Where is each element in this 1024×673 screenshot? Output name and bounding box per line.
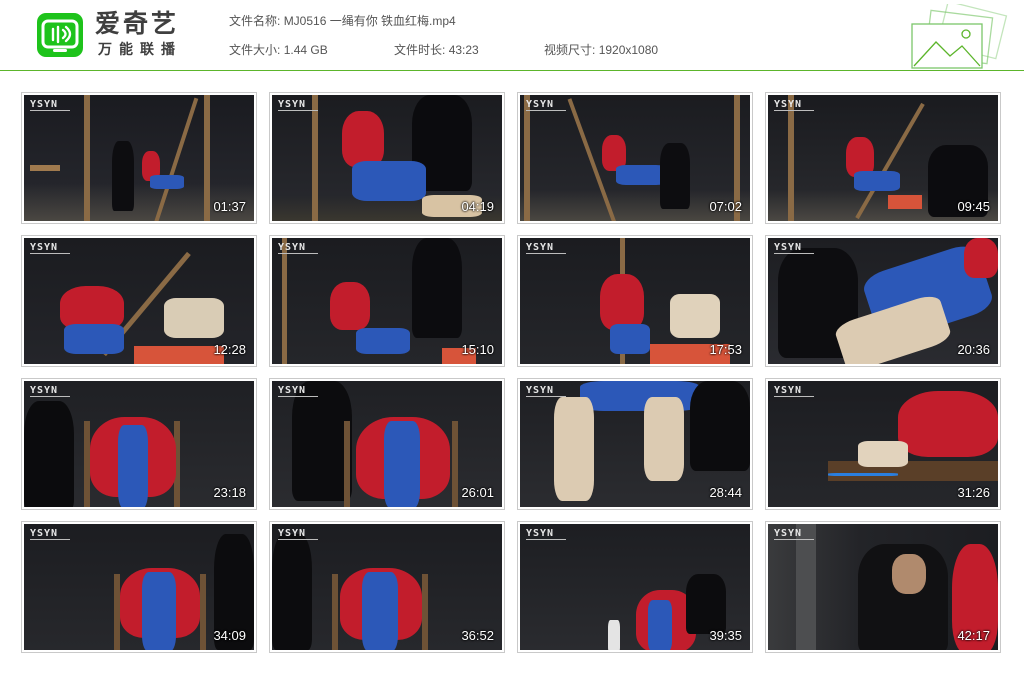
watermark-underline bbox=[526, 110, 566, 111]
thumbnail-timestamp: 17:53 bbox=[709, 342, 742, 357]
thumbnail-timestamp: 42:17 bbox=[957, 628, 990, 643]
thumbnail-image: YSYN 34:09 bbox=[24, 524, 254, 650]
watermark-underline bbox=[774, 396, 814, 397]
thumbnail-image: YSYN 15:10 bbox=[272, 238, 502, 364]
thumbnail-timestamp: 01:37 bbox=[213, 199, 246, 214]
watermark-underline bbox=[526, 396, 566, 397]
thumbnail-frame[interactable]: YSYN 20:36 bbox=[765, 235, 1001, 367]
thumbnail-frame[interactable]: YSYN 34:09 bbox=[21, 521, 257, 653]
watermark-text: YSYN bbox=[278, 528, 307, 539]
thumbnail-frame[interactable]: YSYN 31:26 bbox=[765, 378, 1001, 510]
watermark-underline bbox=[278, 396, 318, 397]
thumbnail-image: YSYN 42:17 bbox=[768, 524, 998, 650]
thumbnail-image: YSYN 17:53 bbox=[520, 238, 750, 364]
thumbnail-timestamp: 26:01 bbox=[461, 485, 494, 500]
watermark-text: YSYN bbox=[774, 99, 803, 110]
thumbnail-frame[interactable]: YSYN 04:19 bbox=[269, 92, 505, 224]
watermark-underline bbox=[278, 253, 318, 254]
watermark-underline bbox=[278, 539, 318, 540]
watermark-text: YSYN bbox=[30, 242, 59, 253]
thumbnail-timestamp: 12:28 bbox=[213, 342, 246, 357]
watermark-underline bbox=[30, 253, 70, 254]
thumbnail-timestamp: 07:02 bbox=[709, 199, 742, 214]
thumbnail-image: YSYN 09:45 bbox=[768, 95, 998, 221]
thumbnail-timestamp: 34:09 bbox=[213, 628, 246, 643]
watermark-underline bbox=[774, 539, 814, 540]
thumbnail-frame[interactable]: YSYN 01:37 bbox=[21, 92, 257, 224]
thumbnail-image: YSYN 26:01 bbox=[272, 381, 502, 507]
thumbnail-image: YSYN 36:52 bbox=[272, 524, 502, 650]
thumbnail-timestamp: 09:45 bbox=[957, 199, 990, 214]
thumbnail-frame[interactable]: YSYN 28:44 bbox=[517, 378, 753, 510]
thumbnail-frame[interactable]: YSYN 17:53 bbox=[517, 235, 753, 367]
watermark-text: YSYN bbox=[774, 528, 803, 539]
watermark-text: YSYN bbox=[278, 242, 307, 253]
thumbnail-image: YSYN 31:26 bbox=[768, 381, 998, 507]
thumbnail-timestamp: 36:52 bbox=[461, 628, 494, 643]
watermark-text: YSYN bbox=[526, 242, 555, 253]
watermark-text: YSYN bbox=[278, 385, 307, 396]
thumbnail-frame[interactable]: YSYN 09:45 bbox=[765, 92, 1001, 224]
thumbnail-frame[interactable]: YSYN 12:28 bbox=[21, 235, 257, 367]
thumbnail-frame[interactable]: YSYN 07:02 bbox=[517, 92, 753, 224]
watermark-text: YSYN bbox=[774, 385, 803, 396]
watermark-text: YSYN bbox=[774, 242, 803, 253]
thumbnail-frame[interactable]: YSYN 23:18 bbox=[21, 378, 257, 510]
watermark-text: YSYN bbox=[526, 528, 555, 539]
thumbnail-frame[interactable]: YSYN 15:10 bbox=[269, 235, 505, 367]
thumbnail-grid: YSYN 01:37 YSYN 04:19 YSYN 07:02 YSYN 09… bbox=[0, 0, 1024, 673]
thumbnail-frame[interactable]: YSYN 42:17 bbox=[765, 521, 1001, 653]
thumbnail-image: YSYN 39:35 bbox=[520, 524, 750, 650]
watermark-text: YSYN bbox=[30, 385, 59, 396]
thumbnail-timestamp: 04:19 bbox=[461, 199, 494, 214]
thumbnail-image: YSYN 12:28 bbox=[24, 238, 254, 364]
thumbnail-image: YSYN 28:44 bbox=[520, 381, 750, 507]
thumbnail-frame[interactable]: YSYN 39:35 bbox=[517, 521, 753, 653]
watermark-underline bbox=[30, 396, 70, 397]
thumbnail-timestamp: 15:10 bbox=[461, 342, 494, 357]
thumbnail-frame[interactable]: YSYN 36:52 bbox=[269, 521, 505, 653]
watermark-text: YSYN bbox=[278, 99, 307, 110]
watermark-text: YSYN bbox=[526, 385, 555, 396]
thumbnail-image: YSYN 20:36 bbox=[768, 238, 998, 364]
watermark-text: YSYN bbox=[30, 99, 59, 110]
watermark-underline bbox=[526, 253, 566, 254]
thumbnail-image: YSYN 07:02 bbox=[520, 95, 750, 221]
watermark-underline bbox=[278, 110, 318, 111]
thumbnail-timestamp: 28:44 bbox=[709, 485, 742, 500]
watermark-text: YSYN bbox=[526, 99, 555, 110]
thumbnail-timestamp: 23:18 bbox=[213, 485, 246, 500]
watermark-underline bbox=[526, 539, 566, 540]
watermark-underline bbox=[774, 253, 814, 254]
watermark-underline bbox=[30, 110, 70, 111]
watermark-underline bbox=[30, 539, 70, 540]
watermark-underline bbox=[774, 110, 814, 111]
thumbnail-frame[interactable]: YSYN 26:01 bbox=[269, 378, 505, 510]
thumbnail-timestamp: 39:35 bbox=[709, 628, 742, 643]
thumbnail-image: YSYN 01:37 bbox=[24, 95, 254, 221]
thumbnail-image: YSYN 23:18 bbox=[24, 381, 254, 507]
thumbnail-timestamp: 20:36 bbox=[957, 342, 990, 357]
thumbnail-image: YSYN 04:19 bbox=[272, 95, 502, 221]
watermark-text: YSYN bbox=[30, 528, 59, 539]
thumbnail-timestamp: 31:26 bbox=[957, 485, 990, 500]
